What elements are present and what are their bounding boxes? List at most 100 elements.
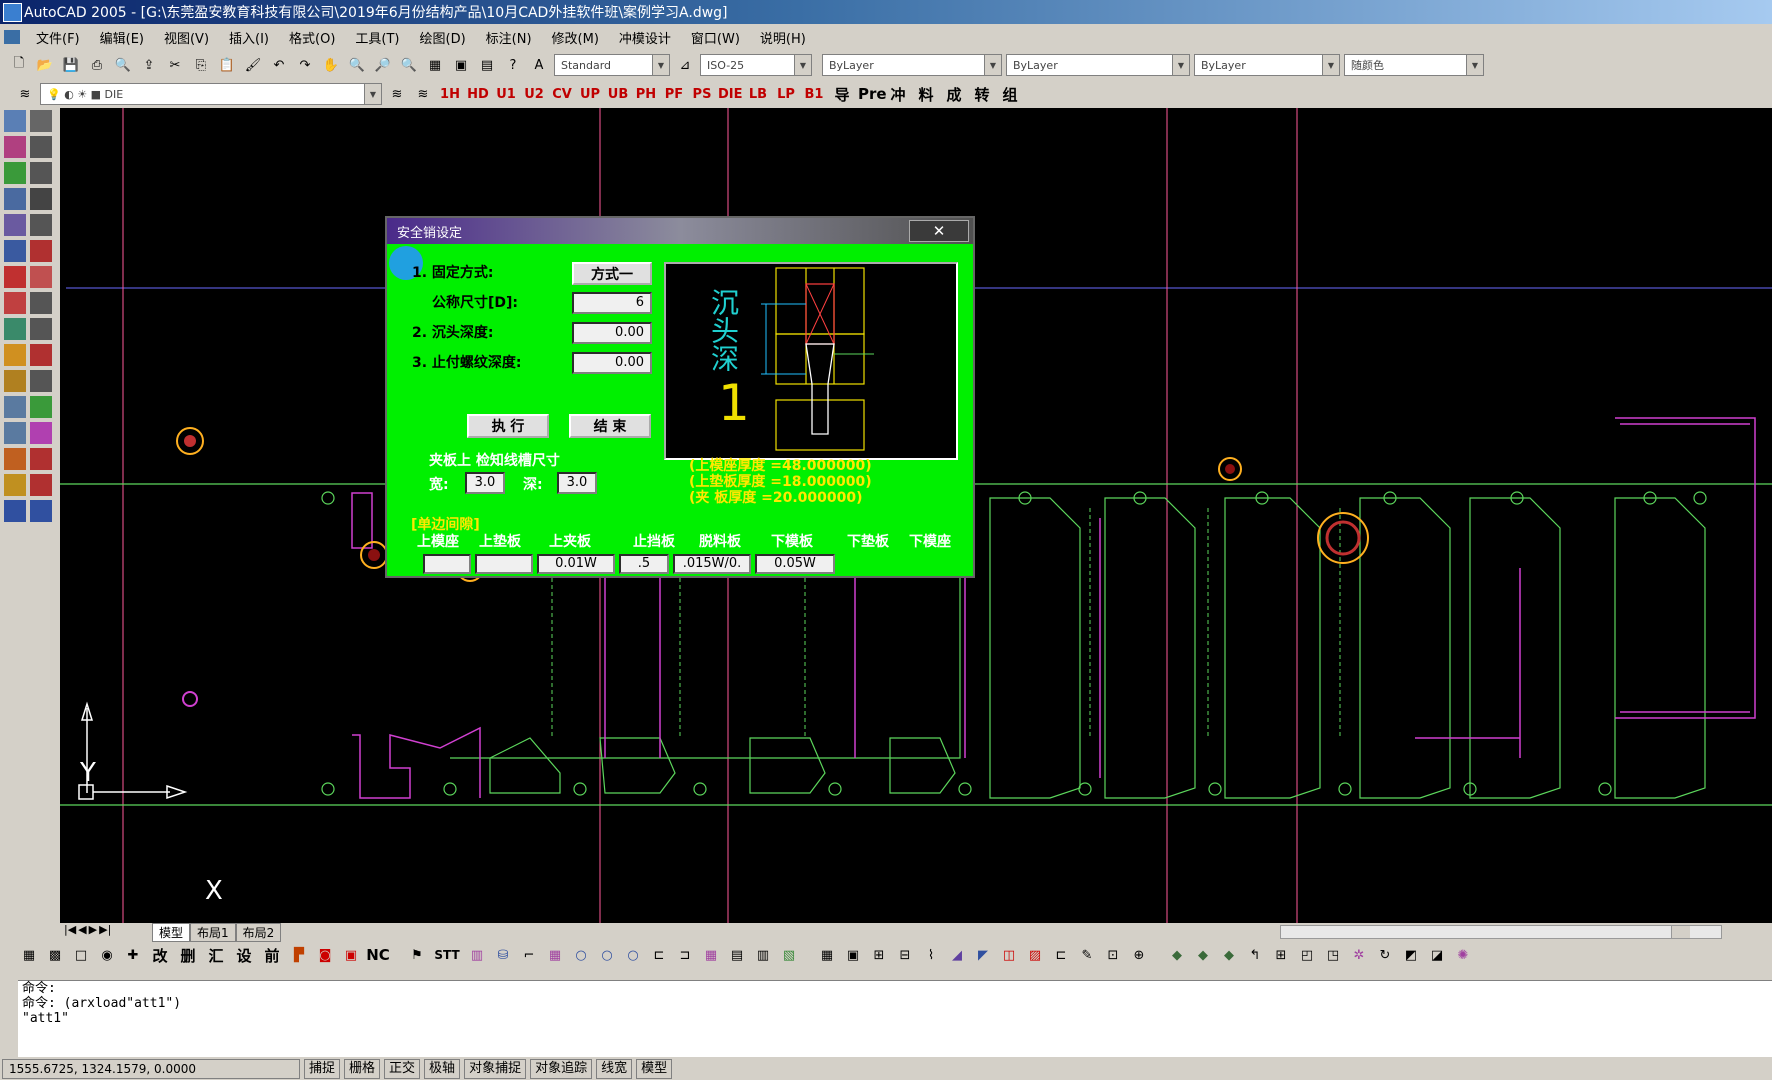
tool-icon[interactable]: ⊕ (1128, 944, 1150, 966)
tool-icon[interactable] (4, 448, 26, 470)
tool-icon[interactable] (4, 474, 26, 496)
autocad-app-icon[interactable] (3, 3, 22, 22)
tool-icon[interactable]: ✚ (122, 944, 144, 966)
counterbore-depth-field[interactable]: 0.00 (572, 322, 652, 344)
menu-modify[interactable]: 修改(M) (542, 28, 609, 47)
clearance-field[interactable] (475, 554, 533, 574)
stt-button[interactable]: STT (432, 948, 462, 962)
plugin-button-guide[interactable]: 导 (830, 84, 854, 105)
tool-icon[interactable] (30, 136, 52, 158)
tool-icon[interactable]: ▨ (1024, 944, 1046, 966)
menu-tools[interactable]: 工具(T) (345, 28, 409, 47)
groove-width-field[interactable]: 3.0 (465, 472, 505, 494)
first-tab-arrow-icon[interactable]: |◀ (64, 923, 76, 936)
plugin-button-convert[interactable]: 转 (970, 84, 994, 105)
tool-icon[interactable]: ▦ (544, 944, 566, 966)
tool-icon[interactable] (30, 214, 52, 236)
linetype-select[interactable]: ByLayer ▼ (1006, 54, 1190, 76)
tool-icon[interactable]: ◰ (1296, 944, 1318, 966)
tool-icon[interactable]: ◩ (1400, 944, 1422, 966)
polar-toggle[interactable]: 极轴 (424, 1059, 461, 1079)
menu-window[interactable]: 窗口(W) (681, 28, 750, 47)
tool-icon[interactable] (4, 318, 26, 340)
help-icon[interactable]: ? (502, 54, 524, 76)
pan-icon[interactable]: ✋ (320, 54, 342, 76)
tool-icon[interactable]: ▥ (466, 944, 488, 966)
plugin-button-lp[interactable]: LP (774, 87, 798, 102)
nominal-size-field[interactable]: 6 (572, 292, 652, 314)
tool-icon[interactable] (4, 162, 26, 184)
plugin-button-ps[interactable]: PS (690, 87, 714, 102)
tool-icon[interactable] (4, 188, 26, 210)
plugin-button-group[interactable]: 组 (998, 84, 1022, 105)
execute-button[interactable]: 执 行 (467, 414, 549, 438)
plugin-button-up[interactable]: UP (578, 87, 602, 102)
menu-help[interactable]: 说明(H) (750, 28, 816, 47)
plugin-button-1h[interactable]: 1H (438, 87, 462, 102)
publish-icon[interactable]: ⇪ (138, 54, 160, 76)
tool-icon[interactable] (30, 266, 52, 288)
open-icon[interactable]: 📂 (34, 54, 56, 76)
tool-icon[interactable]: ◳ (1322, 944, 1344, 966)
save-icon[interactable]: 💾 (60, 54, 82, 76)
tool-icon[interactable]: □ (70, 944, 92, 966)
tool-icon[interactable]: ⊞ (868, 944, 890, 966)
plugin-button-lb[interactable]: LB (746, 87, 770, 102)
print-icon[interactable]: ⎙ (86, 54, 108, 76)
dialog-close-button[interactable]: ✕ (909, 220, 969, 242)
tool-icon[interactable]: ◪ (1426, 944, 1448, 966)
tool-icon[interactable] (30, 500, 52, 522)
new-icon[interactable]: 🗋 (8, 54, 30, 76)
tool-icon[interactable] (4, 370, 26, 392)
design-center-icon[interactable]: ▣ (450, 54, 472, 76)
properties-icon[interactable]: ▦ (424, 54, 446, 76)
tool-icon[interactable]: ▣ (842, 944, 864, 966)
tool-icon[interactable]: ✲ (1348, 944, 1370, 966)
tool-icon[interactable]: ▧ (778, 944, 800, 966)
tool-icon[interactable] (4, 240, 26, 262)
make-object-layer-current-icon[interactable]: ≋ (386, 83, 408, 105)
osnap-toggle[interactable]: 对象捕捉 (464, 1059, 527, 1079)
redo-icon[interactable]: ↷ (294, 54, 316, 76)
tool-icon[interactable]: ▛ (288, 944, 310, 966)
menu-dimension[interactable]: 标注(N) (476, 28, 542, 47)
tool-icon[interactable] (4, 344, 26, 366)
layer-select[interactable]: 💡 ◐ ☀ ■ DIE ▼ (40, 83, 382, 105)
tool-icon[interactable] (30, 162, 52, 184)
plugin-button-pre[interactable]: Pre (858, 85, 887, 103)
clearance-field[interactable]: .015W/0. (673, 554, 751, 574)
tool-icon[interactable]: ◉ (96, 944, 118, 966)
tool-icon[interactable]: ⊐ (674, 944, 696, 966)
tool-icon[interactable]: ⛁ (492, 944, 514, 966)
scrollbar-thumb[interactable] (1671, 926, 1690, 938)
nc-button[interactable]: NC (366, 946, 390, 964)
undo-icon[interactable]: ↶ (268, 54, 290, 76)
menu-format[interactable]: 格式(O) (279, 28, 345, 47)
tool-icon[interactable]: ✺ (1452, 944, 1474, 966)
clearance-field[interactable] (423, 554, 471, 574)
plugin-button-form[interactable]: 成 (942, 84, 966, 105)
text-style-icon[interactable]: A (528, 54, 550, 76)
zoom-realtime-icon[interactable]: 🔍 (346, 54, 368, 76)
tool-icon[interactable]: ◫ (998, 944, 1020, 966)
plot-style-select[interactable]: 随颜色 ▼ (1344, 54, 1484, 76)
document-icon[interactable] (4, 30, 20, 44)
tool-icon[interactable]: ◙ (314, 944, 336, 966)
dim-style-select[interactable]: ISO-25 ▼ (700, 54, 812, 76)
tool-icon[interactable] (4, 396, 26, 418)
tool-palettes-icon[interactable]: ▤ (476, 54, 498, 76)
menu-insert[interactable]: 插入(I) (219, 28, 279, 47)
plugin-button-punch[interactable]: 冲 (886, 84, 910, 105)
clearance-field[interactable]: .5 (619, 554, 669, 574)
circle-icon[interactable]: ○ (570, 944, 592, 966)
snap-toggle[interactable]: 捕捉 (304, 1059, 341, 1079)
tool-icon[interactable]: ✎ (1076, 944, 1098, 966)
last-tab-arrow-icon[interactable]: ▶| (99, 923, 111, 936)
tool-icon[interactable] (30, 188, 52, 210)
tool-icon[interactable]: ⊡ (1102, 944, 1124, 966)
menu-edit[interactable]: 编辑(E) (90, 28, 154, 47)
plugin-button-cv[interactable]: CV (550, 87, 574, 102)
tool-icon[interactable] (30, 448, 52, 470)
tool-icon[interactable] (4, 422, 26, 444)
tool-icon[interactable]: ◢ (946, 944, 968, 966)
